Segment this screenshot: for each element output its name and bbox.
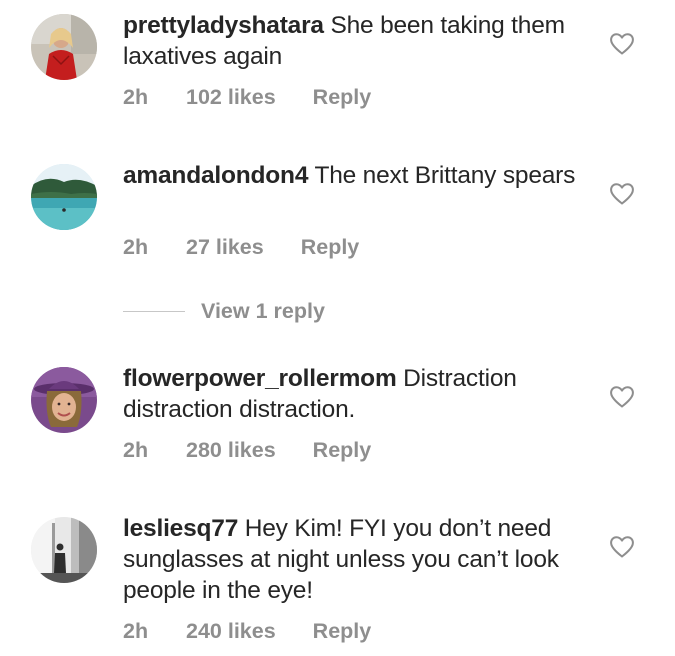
reply-button[interactable]: Reply — [313, 438, 372, 463]
comment-username[interactable]: flowerpower_rollermom — [123, 365, 397, 392]
comment-time: 2h — [123, 619, 149, 643]
reply-button[interactable]: Reply — [301, 235, 360, 260]
heart-outline-icon[interactable] — [609, 385, 635, 409]
reply-button[interactable]: Reply — [313, 619, 372, 644]
avatar[interactable] — [31, 367, 97, 433]
heart-outline-icon[interactable] — [609, 32, 635, 56]
avatar[interactable] — [31, 517, 97, 583]
comment-time: 2h — [123, 438, 149, 462]
view-replies-divider — [123, 310, 185, 312]
comment-meta: 2h 240 likes Reply — [123, 619, 371, 644]
comment-time: 2h — [123, 235, 149, 259]
comment-username[interactable]: prettyladyshatara — [123, 12, 324, 39]
comment-time: 2h — [123, 85, 149, 109]
avatar[interactable] — [31, 164, 97, 230]
avatar[interactable] — [31, 14, 97, 80]
comment-text: prettyladyshatara She been taking them l… — [123, 10, 593, 72]
comment-text: amandalondon4 The next Brittany spears — [123, 160, 593, 191]
heart-outline-icon[interactable] — [609, 535, 635, 559]
comment-likes[interactable]: 240 likes — [186, 619, 276, 644]
comment-likes[interactable]: 27 likes — [186, 235, 264, 260]
comment-likes[interactable]: 280 likes — [186, 438, 276, 463]
comment-likes[interactable]: 102 likes — [186, 85, 276, 110]
heart-outline-icon[interactable] — [609, 182, 635, 206]
view-replies-button[interactable]: View 1 reply — [123, 296, 325, 326]
comment-username[interactable]: lesliesq77 — [123, 515, 238, 542]
comment-meta: 2h 27 likes Reply — [123, 235, 359, 260]
reply-button[interactable]: Reply — [313, 85, 372, 110]
comment-body: The next Brittany spears — [314, 162, 576, 189]
comment-meta: 2h 102 likes Reply — [123, 85, 371, 110]
comment-meta: 2h 280 likes Reply — [123, 438, 371, 463]
comment-text: lesliesq77 Hey Kim! FYI you don’t need s… — [123, 513, 593, 606]
view-replies-label[interactable]: View 1 reply — [201, 299, 325, 324]
comment-username[interactable]: amandalondon4 — [123, 162, 308, 189]
comment-text: flowerpower_rollermom Distraction distra… — [123, 363, 593, 425]
